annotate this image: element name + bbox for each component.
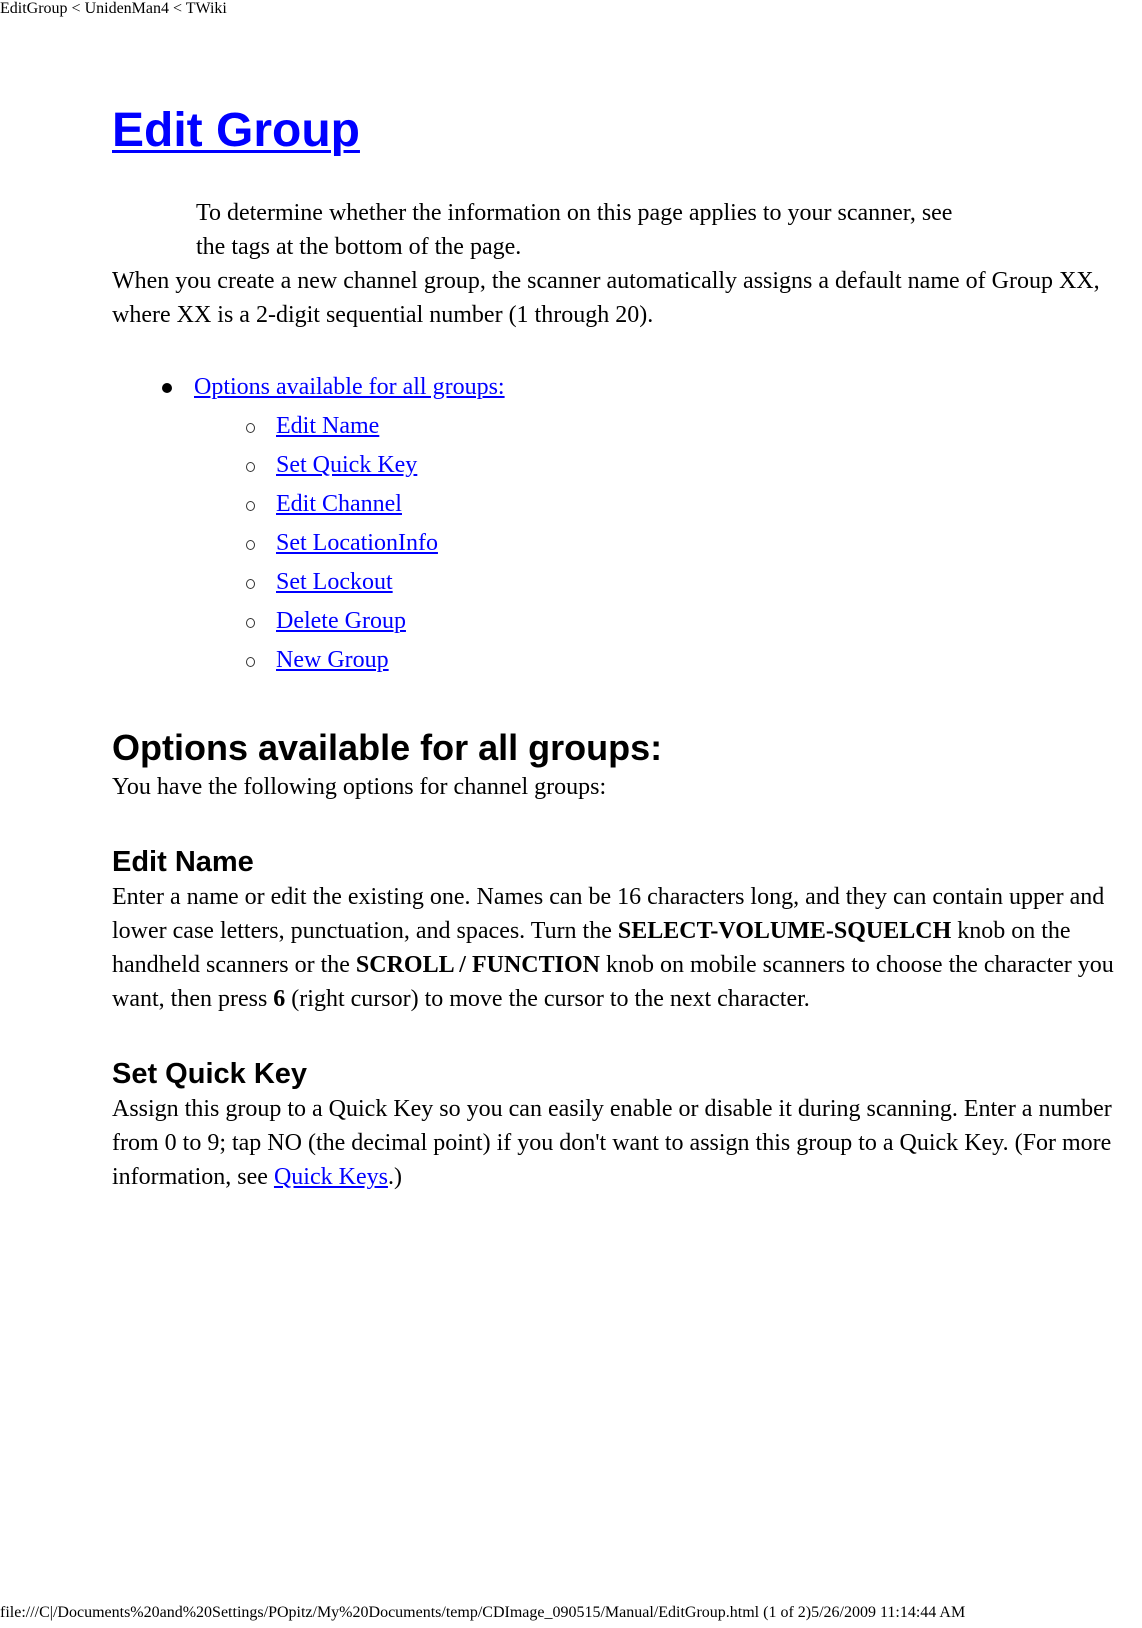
toc-link-options[interactable]: Options available for all groups:: [194, 374, 505, 400]
key-6-label: 6: [273, 986, 286, 1012]
default-name-paragraph: When you create a new channel group, the…: [112, 268, 1100, 328]
toc-subitem: Set Quick Key: [246, 446, 1142, 485]
toc-subitem: Edit Channel: [246, 485, 1142, 524]
page-content: Edit Group To determine whether the info…: [112, 96, 1142, 1194]
quick-key-text-2: .): [387, 1164, 402, 1190]
select-volume-squelch-label: SELECT-VOLUME-SQUELCH: [617, 918, 952, 944]
toc-link-delete-group[interactable]: Delete Group: [276, 608, 406, 634]
page-title-link[interactable]: Edit Group: [112, 104, 360, 157]
toc-link-set-locationinfo[interactable]: Set LocationInfo: [276, 530, 438, 556]
scroll-function-label: SCROLL / FUNCTION: [355, 952, 600, 978]
toc-link-edit-name[interactable]: Edit Name: [276, 413, 379, 439]
toc-subitem: Edit Name: [246, 407, 1142, 446]
toc-subitem: Delete Group: [246, 602, 1142, 641]
sub-toc: Edit Name Set Quick Key Edit Channel Set…: [194, 407, 1142, 680]
print-footer: file:///C|/Documents%20and%20Settings/PO…: [0, 1604, 966, 1621]
bullet-circle-icon: [246, 423, 255, 433]
page-title: Edit Group: [112, 96, 1142, 166]
quick-key-text-1: Assign this group to a Quick Key so you …: [112, 1096, 1112, 1190]
bullet-disc-icon: [162, 383, 172, 393]
edit-name-heading: Edit Name: [112, 846, 254, 878]
set-quick-key-paragraph: Assign this group to a Quick Key so you …: [112, 1092, 1142, 1194]
bullet-circle-icon: [246, 540, 255, 550]
toc-link-set-lockout[interactable]: Set Lockout: [276, 569, 393, 595]
toc-link-set-quick-key[interactable]: Set Quick Key: [276, 452, 417, 478]
quick-keys-link[interactable]: Quick Keys: [274, 1164, 388, 1190]
bullet-circle-icon: [246, 462, 255, 472]
bullet-circle-icon: [246, 618, 255, 628]
toc-subitem: Set LocationInfo: [246, 524, 1142, 563]
print-header: EditGroup < UnidenMan4 < TWiki: [0, 0, 227, 17]
toc-link-new-group[interactable]: New Group: [276, 647, 389, 673]
edit-name-paragraph: Enter a name or edit the existing one. N…: [112, 880, 1142, 1016]
toc-subitem: New Group: [246, 641, 1142, 680]
options-intro-paragraph: You have the following options for chann…: [112, 774, 607, 800]
toc-link-edit-channel[interactable]: Edit Channel: [276, 491, 402, 517]
toc-item-options: Options available for all groups: Edit N…: [162, 368, 1142, 680]
bullet-circle-icon: [246, 579, 255, 589]
toc-subitem: Set Lockout: [246, 563, 1142, 602]
table-of-contents: Options available for all groups: Edit N…: [112, 368, 1142, 680]
intro-note: To determine whether the information on …: [196, 200, 953, 260]
bullet-circle-icon: [246, 501, 255, 511]
bullet-circle-icon: [246, 657, 255, 667]
set-quick-key-heading: Set Quick Key: [112, 1058, 308, 1090]
edit-name-text-4: (right cursor) to move the cursor to the…: [285, 986, 810, 1012]
options-section-heading: Options available for all groups:: [112, 727, 663, 768]
